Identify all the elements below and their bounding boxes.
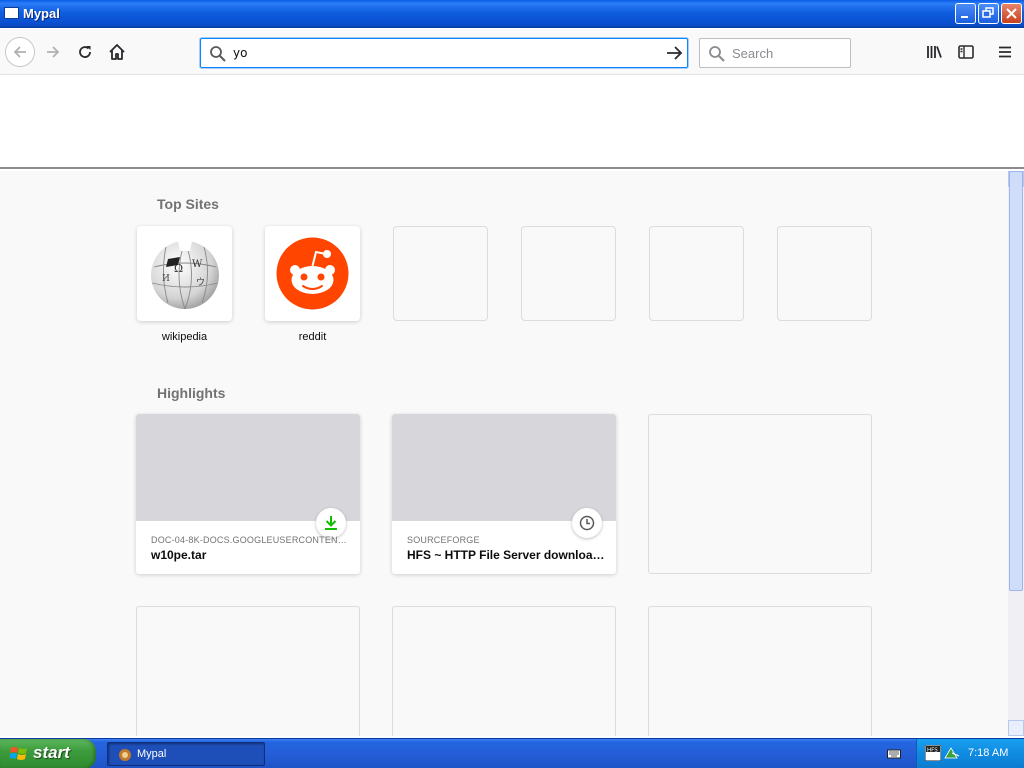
close-icon	[1006, 8, 1017, 19]
back-button[interactable]	[5, 37, 35, 67]
network-icon[interactable]	[944, 746, 960, 760]
svg-text:HFS: HFS	[927, 748, 938, 754]
scroll-down-button[interactable]	[1008, 720, 1024, 736]
minimize-icon	[961, 16, 968, 18]
forward-button[interactable]	[39, 38, 67, 66]
vertical-scrollbar[interactable]	[1008, 171, 1024, 736]
top-site-placeholder	[393, 226, 488, 321]
minimize-button[interactable]	[955, 3, 976, 24]
mypal-app-icon	[119, 749, 131, 761]
top-site-tile-reddit[interactable]	[265, 226, 360, 321]
card-title: w10pe.tar	[151, 548, 207, 562]
card-preview-image	[392, 414, 616, 521]
highlight-card[interactable]: SOURCEFORGE HFS ~ HTTP File Server downl…	[392, 414, 616, 574]
hfs-server-icon[interactable]: HFS	[925, 745, 941, 761]
navigation-toolbar: yo Search	[0, 29, 1024, 75]
wikipedia-globe-icon: Ω W И ウ	[151, 240, 219, 310]
app-window-icon	[4, 7, 19, 19]
search-bar[interactable]: Search	[699, 38, 851, 68]
top-site-label-wikipedia: wikipedia	[161, 331, 208, 343]
system-clock: 7:18 AM	[968, 747, 1009, 759]
highlights-heading: Highlights	[157, 385, 226, 401]
close-button[interactable]	[1001, 3, 1022, 24]
window-title: Mypal	[23, 6, 60, 21]
start-button[interactable]: start	[0, 739, 96, 768]
search-icon	[709, 46, 725, 62]
sidebar-icon	[958, 45, 974, 59]
download-badge	[316, 508, 346, 538]
start-label: start	[33, 743, 70, 762]
menu-button[interactable]	[991, 38, 1019, 66]
search-icon	[210, 46, 226, 62]
highlight-card[interactable]: DOC-04-8K-DOCS.GOOGLEUSERCONTENT.COM w10…	[136, 414, 360, 574]
reddit-alien-icon	[276, 237, 349, 310]
taskbar-item-label: Mypal	[137, 748, 167, 760]
top-site-placeholder	[521, 226, 616, 321]
card-title: HFS ~ HTTP File Server download | Source…	[407, 548, 607, 562]
taskbar-item-mypal[interactable]: Mypal	[107, 742, 265, 766]
reload-icon	[79, 46, 91, 58]
top-sites-heading: Top Sites	[157, 196, 219, 212]
card-preview-image	[136, 414, 360, 521]
home-icon	[109, 44, 125, 60]
top-site-placeholder	[777, 226, 872, 321]
new-tab-page: Top Sites Ω W И ウ wikipedia reddit Highl…	[0, 171, 1008, 736]
svg-text:И: И	[162, 274, 170, 284]
keyboard-icon[interactable]	[887, 748, 901, 760]
top-site-label-reddit: reddit	[298, 331, 327, 343]
top-site-placeholder	[649, 226, 744, 321]
back-arrow-icon	[13, 46, 26, 58]
scroll-thumb[interactable]	[1009, 171, 1023, 591]
page-header-area	[0, 76, 1024, 169]
svg-text:ウ: ウ	[196, 277, 205, 288]
highlight-placeholder	[136, 606, 360, 736]
card-hostname: DOC-04-8K-DOCS.GOOGLEUSERCONTENT.COM	[151, 535, 347, 545]
forward-arrow-icon	[47, 46, 60, 58]
hamburger-menu-icon	[999, 46, 1011, 58]
restore-icon	[982, 7, 994, 18]
library-icon	[927, 46, 942, 58]
url-input[interactable]: yo	[233, 46, 247, 60]
sidebar-button[interactable]	[952, 38, 980, 66]
top-site-tile-wikipedia[interactable]: Ω W И ウ	[137, 226, 232, 321]
search-input[interactable]: Search	[732, 46, 773, 61]
go-arrow-icon[interactable]	[665, 44, 683, 62]
svg-text:W: W	[192, 259, 203, 270]
windows-flag-icon	[10, 747, 27, 760]
highlight-placeholder	[648, 414, 872, 574]
system-tray: HFS 7:18 AM	[916, 739, 1024, 768]
history-badge	[572, 508, 602, 538]
title-bar[interactable]: Mypal	[0, 0, 1024, 28]
clock-icon	[579, 515, 595, 531]
card-hostname: SOURCEFORGE	[407, 535, 480, 545]
restore-button[interactable]	[978, 3, 999, 24]
library-button[interactable]	[920, 38, 948, 66]
home-button[interactable]	[103, 38, 131, 66]
url-bar[interactable]: yo	[200, 38, 688, 68]
download-icon	[325, 516, 337, 530]
reload-button[interactable]	[71, 38, 99, 66]
highlight-placeholder	[392, 606, 616, 736]
taskbar: start Mypal HFS 7:18 AM	[0, 738, 1024, 768]
highlight-placeholder	[648, 606, 872, 736]
